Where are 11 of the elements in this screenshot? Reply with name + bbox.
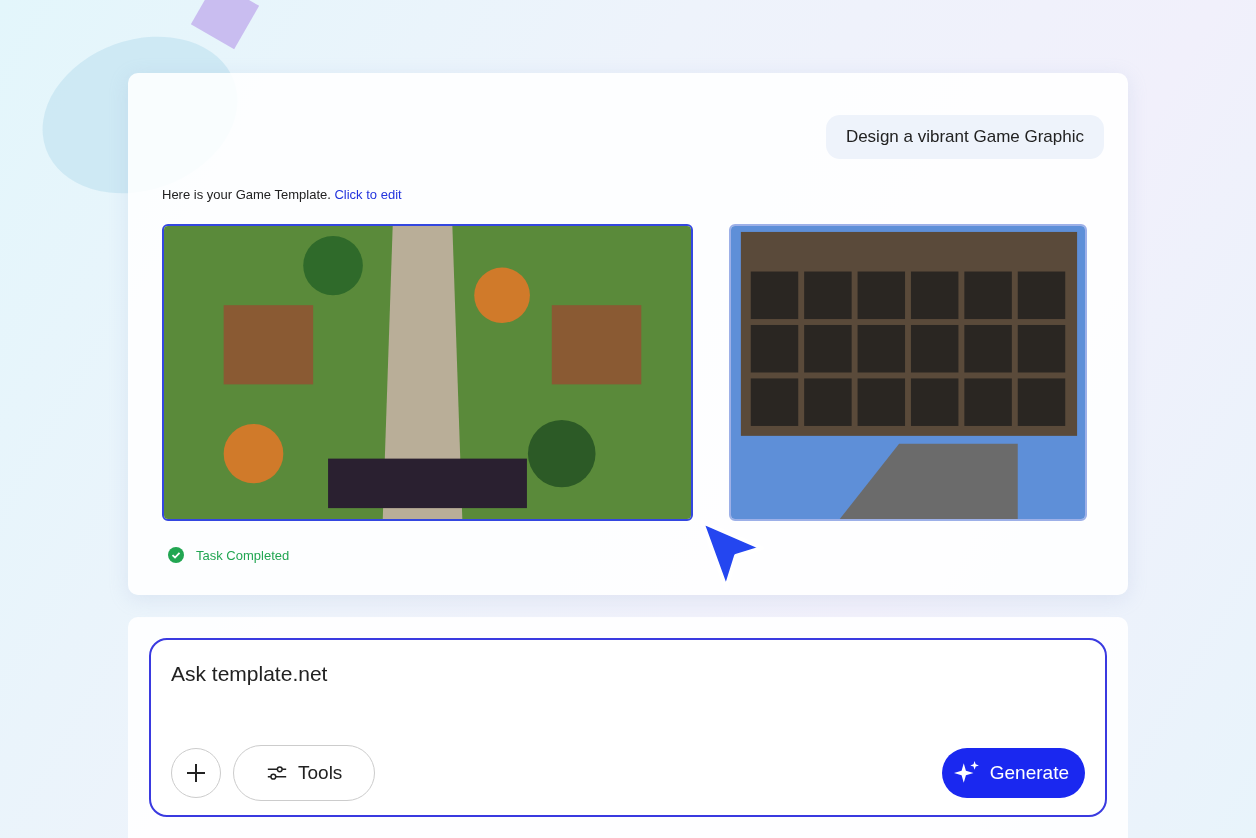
add-button[interactable] (171, 748, 221, 798)
tools-button[interactable]: Tools (233, 745, 376, 801)
tile-palette-picture[interactable] (729, 224, 1087, 521)
generate-button[interactable]: Generate (941, 748, 1085, 798)
prompt-field[interactable]: Ask template.net Tools Generate (149, 638, 1107, 817)
plus-icon (184, 761, 208, 785)
edit-link[interactable]: Click to edit (334, 187, 402, 202)
game-scene-picture[interactable] (162, 224, 693, 521)
user-message: Design a vibrant Game Graphic (825, 115, 1104, 159)
status-text: Task Completed (196, 547, 290, 563)
reply-text: Here is your Game Template. Click to edit (162, 187, 403, 202)
